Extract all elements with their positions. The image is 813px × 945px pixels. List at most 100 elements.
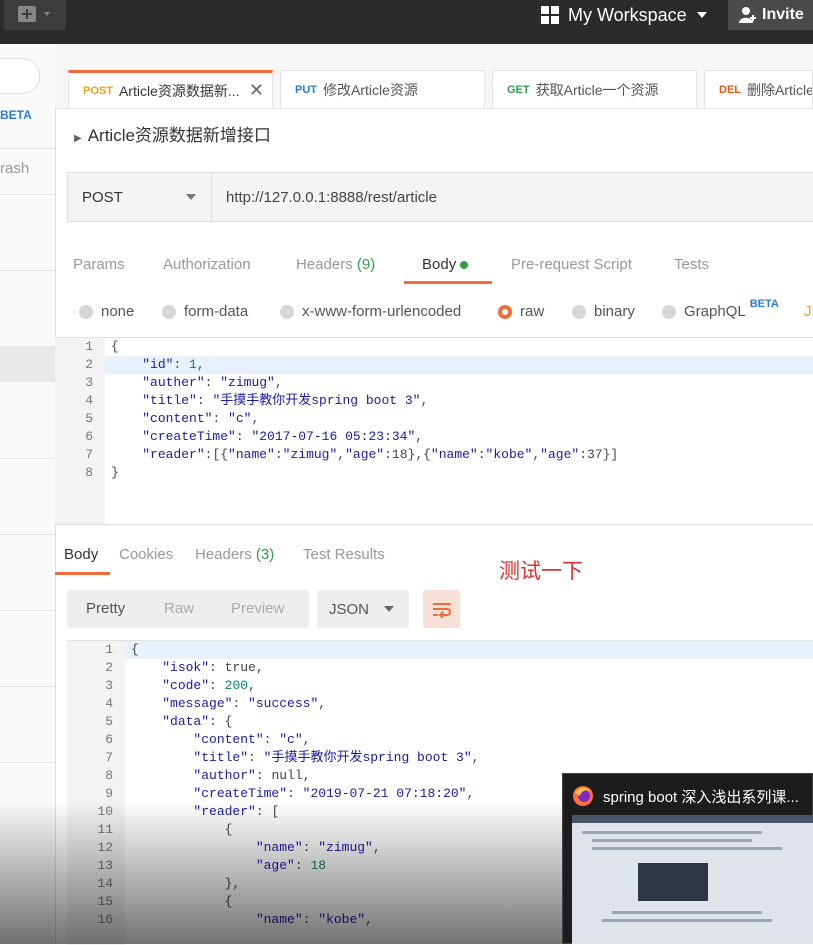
response-tab-body[interactable]: Body xyxy=(64,546,98,563)
tab-label: 修改Article资源 xyxy=(323,81,418,98)
tab-method: PUT xyxy=(295,83,317,96)
beta-badge: BETA xyxy=(749,297,779,310)
tab-headers[interactable]: Headers (9) xyxy=(296,256,375,273)
invite-label: Invite xyxy=(762,6,804,23)
radio-label: none xyxy=(101,303,135,320)
tab-label: 删除Article xyxy=(747,81,813,98)
caret-down-icon xyxy=(186,194,196,200)
method-select[interactable]: POST xyxy=(67,172,212,222)
response-headers-count: (3) xyxy=(255,546,275,563)
request-name-label: Article资源数据新增接口 xyxy=(87,126,271,145)
active-tab-underline xyxy=(404,281,492,284)
format-raw[interactable]: Raw xyxy=(164,600,194,617)
code-line: "id": 1, xyxy=(142,357,205,372)
invite-button[interactable]: Invite xyxy=(728,0,813,30)
json-format-label: JS xyxy=(804,303,813,320)
caret-down-icon xyxy=(384,606,394,612)
method-label: POST xyxy=(82,188,123,206)
tab-post-article[interactable]: POST Article资源数据新... ✕ xyxy=(68,70,273,108)
tab-headers-label: Headers xyxy=(296,256,353,273)
response-tab-headers[interactable]: Headers (3) xyxy=(195,546,274,563)
line-number: 5 xyxy=(55,410,105,428)
sidebar-trash-label[interactable]: rash xyxy=(0,160,29,177)
radio-icon xyxy=(280,304,294,319)
workspace-selector[interactable]: My Workspace xyxy=(540,0,709,30)
line-number: 3 xyxy=(55,374,105,392)
line-number: 8 xyxy=(55,464,105,482)
tab-label: Article资源数据新... xyxy=(118,82,240,99)
tab-params[interactable]: Params xyxy=(73,256,125,273)
request-body-editor[interactable]: 1 {2 "id": 1, 3 "auther": "zimug", 4 "title… xyxy=(55,337,813,525)
caret-down-icon xyxy=(696,12,707,18)
new-button[interactable] xyxy=(4,0,66,30)
wrap-lines-icon xyxy=(432,603,451,618)
line-number: 6 xyxy=(55,428,105,446)
tab-prerequest-script[interactable]: Pre-request Script xyxy=(511,256,632,273)
line-number: 8 xyxy=(67,767,125,785)
response-tab-cookies[interactable]: Cookies xyxy=(119,546,173,563)
radio-urlencoded[interactable]: x-www-form-urlencoded xyxy=(280,303,461,320)
radio-raw[interactable]: raw xyxy=(498,303,544,320)
radio-label: x-www-form-urlencoded xyxy=(302,303,462,320)
tab-put-article[interactable]: PUT 修改Article资源 xyxy=(280,70,485,108)
line-number: 2 xyxy=(67,659,125,677)
handwritten-annotation: 测试一下 xyxy=(499,559,583,583)
tab-method: DEL xyxy=(719,83,741,96)
radio-form-data[interactable]: form-data xyxy=(162,303,248,320)
wrap-lines-button[interactable] xyxy=(423,590,460,628)
close-icon[interactable]: ✕ xyxy=(249,80,264,101)
line-number: 5 xyxy=(67,713,125,731)
code-line: "reader":[{"name":"zimug","age":18},{"na… xyxy=(142,447,619,462)
line-number: 3 xyxy=(67,677,125,695)
code-line: "title": "手摸手教你开发spring boot 3", xyxy=(142,393,429,408)
code-line: "isok": true, xyxy=(162,660,264,675)
radio-graphql[interactable]: GraphQL BETA xyxy=(662,298,779,320)
plus-square-icon xyxy=(18,6,50,22)
code-line: "data": { xyxy=(162,714,233,729)
radio-icon xyxy=(662,304,676,319)
line-number: 1 xyxy=(55,338,105,356)
response-language-select[interactable]: JSON xyxy=(317,590,409,628)
video-thumbnail xyxy=(572,815,813,944)
code-line: "author": null, xyxy=(193,768,311,783)
status-dot-icon xyxy=(460,261,469,270)
response-tab-test-results[interactable]: Test Results xyxy=(303,546,385,563)
line-number: 4 xyxy=(55,392,105,410)
add-user-icon xyxy=(739,7,756,23)
radio-binary[interactable]: binary xyxy=(572,303,635,320)
request-name[interactable]: ▶ Article资源数据新增接口 xyxy=(74,121,271,146)
format-pretty[interactable]: Pretty xyxy=(86,600,125,617)
response-tab-underline xyxy=(55,572,110,575)
tab-delete-article[interactable]: DEL 删除Article xyxy=(704,70,813,108)
tab-method: GET xyxy=(507,83,530,96)
code-line: } xyxy=(111,465,119,480)
response-headers-label: Headers xyxy=(195,546,252,563)
code-line: "title": "手摸手教你开发spring boot 3", xyxy=(193,750,480,765)
sidebar-item-selected[interactable] xyxy=(0,346,55,382)
sidebar-search-input[interactable] xyxy=(0,58,40,94)
radio-selected-icon xyxy=(498,304,512,319)
format-preview[interactable]: Preview xyxy=(231,600,284,617)
radio-label: GraphQL xyxy=(684,303,746,320)
code-line: "content": "c", xyxy=(193,732,311,747)
line-number: 4 xyxy=(67,695,125,713)
tab-get-article[interactable]: GET 获取Article一个资源 xyxy=(492,70,697,108)
url-text: http://127.0.0.1:8888/rest/article xyxy=(226,188,437,206)
radio-none[interactable]: none xyxy=(79,303,134,320)
tab-body[interactable]: Body xyxy=(422,256,469,273)
tab-method: POST xyxy=(83,84,113,97)
tab-tests[interactable]: Tests xyxy=(674,256,709,273)
radio-label: form-data xyxy=(184,303,249,320)
radio-icon xyxy=(572,304,586,319)
line-number: 1 xyxy=(67,641,125,659)
line-number: 2 xyxy=(55,356,105,374)
tab-label: 获取Article一个资源 xyxy=(535,81,659,98)
headers-count: (9) xyxy=(356,256,376,273)
json-format-select[interactable]: JS xyxy=(804,303,813,320)
active-line-highlight xyxy=(105,356,813,374)
code-line: "code": 200, xyxy=(162,678,256,693)
url-input[interactable]: http://127.0.0.1:8888/rest/article xyxy=(212,172,813,222)
tab-authorization[interactable]: Authorization xyxy=(163,256,251,273)
line-number: 7 xyxy=(55,446,105,464)
code-line: "auther": "zimug", xyxy=(142,375,283,390)
